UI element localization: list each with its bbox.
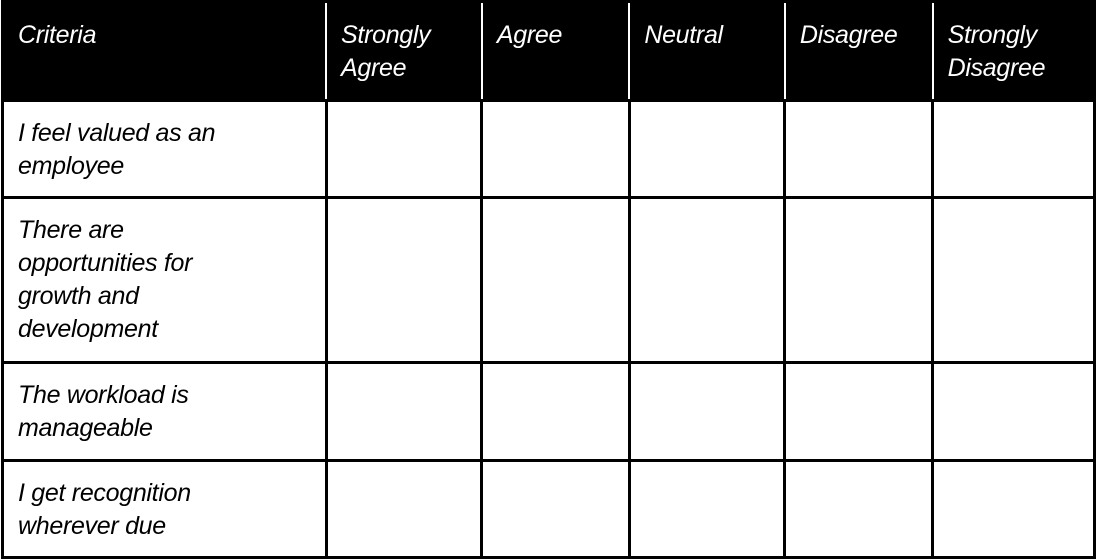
criterion-cell: I feel valued as an employee xyxy=(1,99,328,199)
header-label: Strongly Agree xyxy=(341,21,431,82)
header-agree: Agree xyxy=(480,0,631,102)
table-body: I feel valued as an employee There are o… xyxy=(1,99,1096,559)
header-label: Strongly Disagree xyxy=(947,21,1046,82)
response-agree[interactable] xyxy=(480,361,631,462)
response-neutral[interactable] xyxy=(627,196,787,364)
header-row: Criteria Strongly Agree Agree Neutral Di… xyxy=(1,0,1096,102)
response-strongly-disagree[interactable] xyxy=(931,196,1096,364)
criterion-text: There are opportunities for growth and d… xyxy=(18,216,193,343)
criterion-cell: The workload is manageable xyxy=(1,361,328,462)
header-label: Agree xyxy=(496,21,563,49)
table-row: The workload is manageable xyxy=(1,361,1096,462)
criterion-text: The workload is manageable xyxy=(18,381,189,442)
response-strongly-agree[interactable] xyxy=(324,196,484,364)
header-strongly-disagree: Strongly Disagree xyxy=(931,0,1096,102)
response-neutral[interactable] xyxy=(627,99,787,199)
survey-table: Criteria Strongly Agree Agree Neutral Di… xyxy=(1,0,1096,559)
response-strongly-disagree[interactable] xyxy=(931,361,1096,462)
table-row: I feel valued as an employee xyxy=(1,99,1096,199)
response-agree[interactable] xyxy=(480,99,631,199)
response-strongly-agree[interactable] xyxy=(324,361,484,462)
response-strongly-disagree[interactable] xyxy=(931,459,1096,559)
header-neutral: Neutral xyxy=(628,0,786,102)
response-strongly-disagree[interactable] xyxy=(931,99,1096,199)
header-criteria: Criteria xyxy=(1,0,328,102)
response-disagree[interactable] xyxy=(783,196,935,364)
table-row: There are opportunities for growth and d… xyxy=(1,196,1096,364)
response-neutral[interactable] xyxy=(627,361,787,462)
response-agree[interactable] xyxy=(480,196,631,364)
table-header: Criteria Strongly Agree Agree Neutral Di… xyxy=(1,0,1096,102)
header-label: Neutral xyxy=(644,21,723,49)
response-agree[interactable] xyxy=(480,459,631,559)
criterion-text: I feel valued as an employee xyxy=(18,119,216,180)
criterion-cell: There are opportunities for growth and d… xyxy=(1,196,328,364)
response-disagree[interactable] xyxy=(783,99,935,199)
response-disagree[interactable] xyxy=(783,361,935,462)
response-disagree[interactable] xyxy=(783,459,935,559)
response-strongly-agree[interactable] xyxy=(324,99,484,199)
header-label: Criteria xyxy=(18,21,97,49)
table-row: I get recognition wherever due xyxy=(1,459,1096,559)
response-strongly-agree[interactable] xyxy=(324,459,484,559)
header-strongly-agree: Strongly Agree xyxy=(325,0,483,102)
header-disagree: Disagree xyxy=(783,0,934,102)
response-neutral[interactable] xyxy=(627,459,787,559)
criterion-text: I get recognition wherever due xyxy=(18,479,191,540)
header-label: Disagree xyxy=(799,21,898,49)
criterion-cell: I get recognition wherever due xyxy=(1,459,328,559)
